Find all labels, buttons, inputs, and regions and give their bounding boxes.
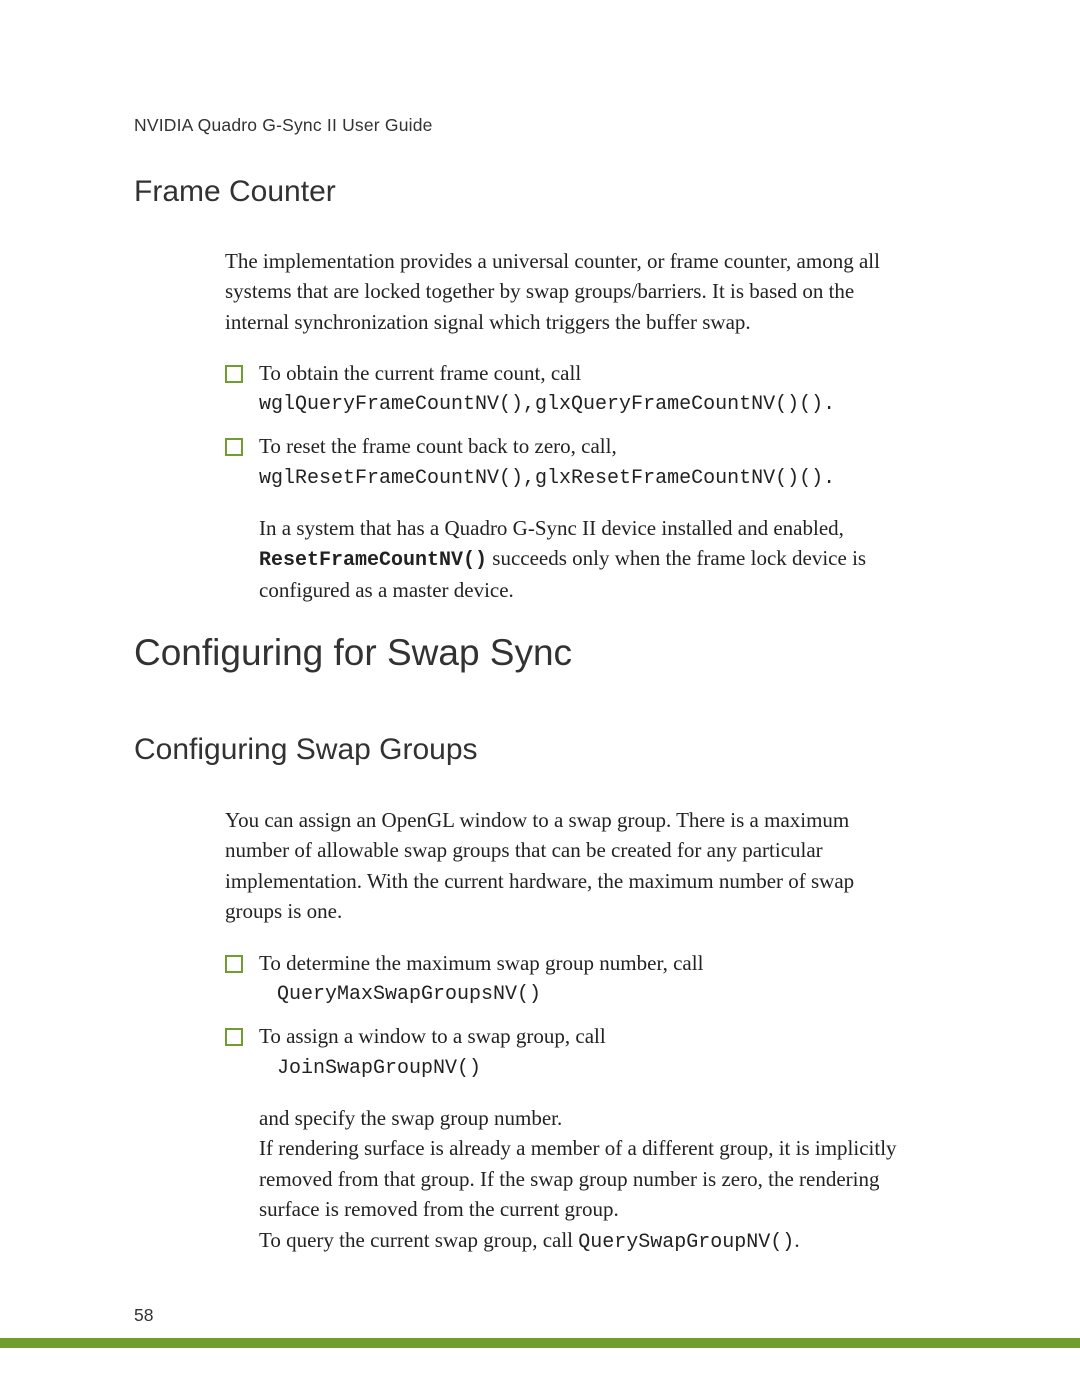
section2-body: You can assign an OpenGL window to a swa… bbox=[225, 805, 915, 927]
intro-paragraph: You can assign an OpenGL window to a swa… bbox=[225, 805, 915, 927]
bullet-text: To obtain the current frame count, call bbox=[259, 361, 581, 385]
bullet-list: To determine the maximum swap group numb… bbox=[225, 948, 915, 1083]
heading-frame-counter: Frame Counter bbox=[134, 175, 336, 209]
tail-line-3: To query the current swap group, call Qu… bbox=[259, 1225, 915, 1257]
checkbox-icon bbox=[225, 361, 243, 379]
note-code: ResetFrameCountNV() bbox=[259, 549, 487, 572]
bullet-text: To reset the frame count back to zero, c… bbox=[259, 434, 617, 458]
page: NVIDIA Quadro G-Sync II User Guide Frame… bbox=[0, 0, 1080, 1388]
tail-line-3-code: QuerySwapGroupNV() bbox=[578, 1231, 794, 1254]
tail-line-1: and specify the swap group number. bbox=[259, 1103, 915, 1133]
list-item: To determine the maximum swap group numb… bbox=[225, 948, 915, 1009]
section2-bullets: To determine the maximum swap group numb… bbox=[225, 948, 915, 1257]
checkbox-icon bbox=[225, 951, 243, 969]
checkbox-icon bbox=[225, 434, 243, 452]
bullet-text: To determine the maximum swap group numb… bbox=[259, 951, 703, 975]
heading-configuring-swap-groups: Configuring Swap Groups bbox=[134, 733, 478, 767]
list-item: To reset the frame count back to zero, c… bbox=[225, 431, 915, 492]
page-number-text: 58 bbox=[134, 1305, 153, 1325]
bullet-list: To obtain the current frame count, call … bbox=[225, 358, 915, 493]
bullet-code: wglQueryFrameCountNV(),glxQueryFrameCoun… bbox=[259, 390, 915, 419]
note-paragraph: In a system that has a Quadro G-Sync II … bbox=[225, 513, 915, 606]
heading-text: Frame Counter bbox=[134, 175, 336, 208]
running-header: NVIDIA Quadro G-Sync II User Guide bbox=[134, 115, 433, 136]
tail-line-3-pre: To query the current swap group, call bbox=[259, 1228, 578, 1252]
intro-paragraph: The implementation provides a universal … bbox=[225, 246, 915, 337]
header-title: NVIDIA Quadro G-Sync II User Guide bbox=[134, 115, 433, 135]
list-item: To assign a window to a swap group, call… bbox=[225, 1021, 915, 1082]
list-item: To obtain the current frame count, call … bbox=[225, 358, 915, 419]
heading-text: Configuring Swap Groups bbox=[134, 733, 478, 766]
footer-accent-bar bbox=[0, 1338, 1080, 1348]
tail-line-3-post: . bbox=[794, 1228, 799, 1252]
section1-body: The implementation provides a universal … bbox=[225, 246, 915, 337]
tail-paragraph: and specify the swap group number. If re… bbox=[225, 1103, 915, 1257]
note-text-pre: In a system that has a Quadro G-Sync II … bbox=[259, 516, 844, 540]
heading-text: Configuring for Swap Sync bbox=[134, 632, 572, 673]
bullet-code: QueryMaxSwapGroupsNV() bbox=[259, 980, 915, 1009]
bullet-code: JoinSwapGroupNV() bbox=[259, 1054, 915, 1083]
heading-configuring-swap-sync: Configuring for Swap Sync bbox=[134, 632, 572, 674]
page-number: 58 bbox=[134, 1305, 153, 1326]
bullet-code: wglResetFrameCountNV(),glxResetFrameCoun… bbox=[259, 464, 915, 493]
tail-line-2: If rendering surface is already a member… bbox=[259, 1133, 915, 1224]
section1-bullets: To obtain the current frame count, call … bbox=[225, 358, 915, 606]
bullet-text: To assign a window to a swap group, call bbox=[259, 1024, 606, 1048]
checkbox-icon bbox=[225, 1024, 243, 1042]
